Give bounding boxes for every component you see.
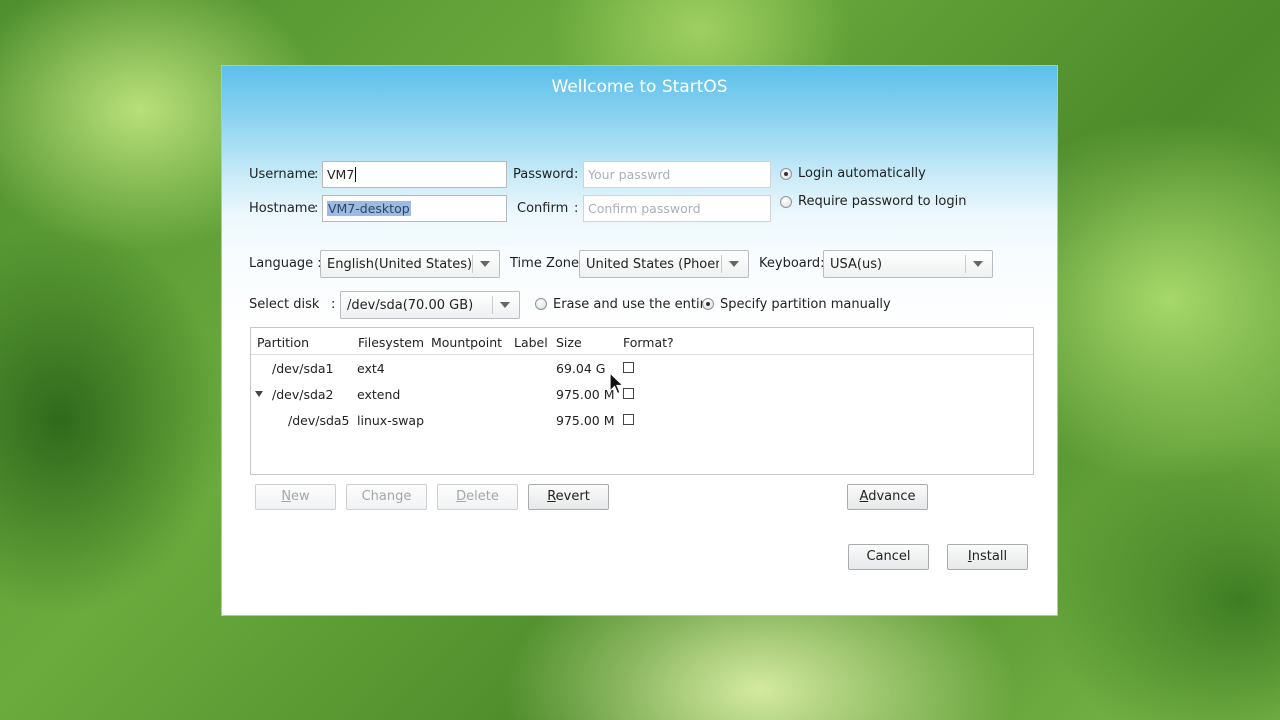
button-label: elete [466,489,499,504]
new-partition-button[interactable]: New [255,484,336,510]
password-label: Password [513,167,574,182]
row-size: 975.00 M [556,413,615,428]
expander-triangle-icon[interactable] [255,391,263,397]
cancel-button[interactable]: Cancel [848,544,929,570]
row-filesystem: linux-swap [357,413,425,428]
row-partition: /dev/sda5 [288,413,350,428]
language-value: English(United States) [327,257,473,272]
password-field[interactable]: Your passwrd [583,161,771,188]
chevron-down-icon [729,261,739,267]
keyboard-combo[interactable]: USA(us) [823,250,993,278]
keyboard-value: USA(us) [830,257,883,272]
language-label: Language : [249,256,322,271]
col-partition[interactable]: Partition [257,335,309,350]
button-label: dvance [868,489,916,504]
timezone-combo[interactable]: United States (Phoeni: [579,250,749,278]
select-disk-label: Select disk [249,297,320,312]
combo-separator [472,255,473,273]
button-label: ew [291,489,310,504]
hostname-label: Hostname [249,201,316,216]
row-size: 975.00 M [556,387,615,402]
select-disk-colon: : [331,297,336,312]
dialog-title: Wellcome to StartOS [551,77,728,97]
col-label[interactable]: Label [514,335,548,350]
password-colon: : [574,167,579,182]
chevron-down-icon [500,302,510,308]
confirm-label: Confirm [517,201,569,216]
button-label: evert [555,489,590,504]
manual-partition-label[interactable]: Specify partition manually [720,297,891,312]
username-colon: : [314,167,319,182]
login-auto-radio[interactable] [780,168,792,180]
mouse-cursor-icon [609,372,625,395]
advance-button[interactable]: Advance [847,484,928,510]
hostname-field[interactable]: VM7-desktop [322,195,507,222]
erase-disk-radio[interactable] [535,298,547,310]
disk-combo[interactable]: /dev/sda(70.00 GB) [340,291,520,319]
change-partition-button[interactable]: Change [346,484,427,510]
mnemonic: N [281,489,292,504]
row-filesystem: ext4 [357,361,385,376]
table-row[interactable]: /dev/sda1 ext4 69.04 G [251,356,1033,382]
mnemonic: R [547,489,556,504]
hostname-value: VM7-desktop [327,201,411,216]
username-value: VM7 [327,167,355,182]
mnemonic: D [456,489,467,504]
confirm-colon: : [574,201,579,216]
login-auto-label[interactable]: Login automatically [798,166,926,181]
button-label: nstall [971,549,1008,564]
language-combo[interactable]: English(United States) [320,250,500,278]
partition-table-header: Partition Filesystem Mountpoint Label Si… [251,328,1033,355]
delete-partition-button[interactable]: Delete [437,484,518,510]
login-require-radio[interactable] [780,196,792,208]
format-checkbox[interactable] [623,414,634,425]
keyboard-label: Keyboard: [759,256,825,271]
disk-value: /dev/sda(70.00 GB) [347,298,474,313]
table-row[interactable]: /dev/sda5 linux-swap 975.00 M [251,408,1033,434]
timezone-value: United States (Phoeni: [586,257,719,272]
row-filesystem: extend [357,387,401,402]
install-button[interactable]: Install [947,544,1028,570]
timezone-label: Time Zone: [510,256,584,271]
text-caret [355,167,357,182]
manual-partition-radio[interactable] [702,298,714,310]
combo-separator [492,296,493,314]
username-field[interactable]: VM7 [322,161,507,188]
chevron-down-icon [480,261,490,267]
col-mountpoint[interactable]: Mountpoint [431,335,502,350]
combo-separator [721,255,722,273]
login-require-label[interactable]: Require password to login [798,194,966,209]
chevron-down-icon [973,261,983,267]
row-partition: /dev/sda2 [272,387,334,402]
revert-button[interactable]: Revert [528,484,609,510]
col-filesystem[interactable]: Filesystem [358,335,424,350]
row-size: 69.04 G [556,361,606,376]
col-format[interactable]: Format? [623,335,674,350]
confirm-password-field[interactable]: Confirm password [583,195,771,222]
row-partition: /dev/sda1 [272,361,334,376]
combo-separator [965,255,966,273]
erase-disk-label[interactable]: Erase and use the entire [553,297,713,312]
col-size[interactable]: Size [556,335,582,350]
partition-table[interactable]: Partition Filesystem Mountpoint Label Si… [250,327,1034,475]
username-label: Username [249,167,316,182]
mnemonic: A [859,489,869,504]
hostname-colon: : [314,201,319,216]
table-row[interactable]: /dev/sda2 extend 975.00 M [251,382,1033,408]
